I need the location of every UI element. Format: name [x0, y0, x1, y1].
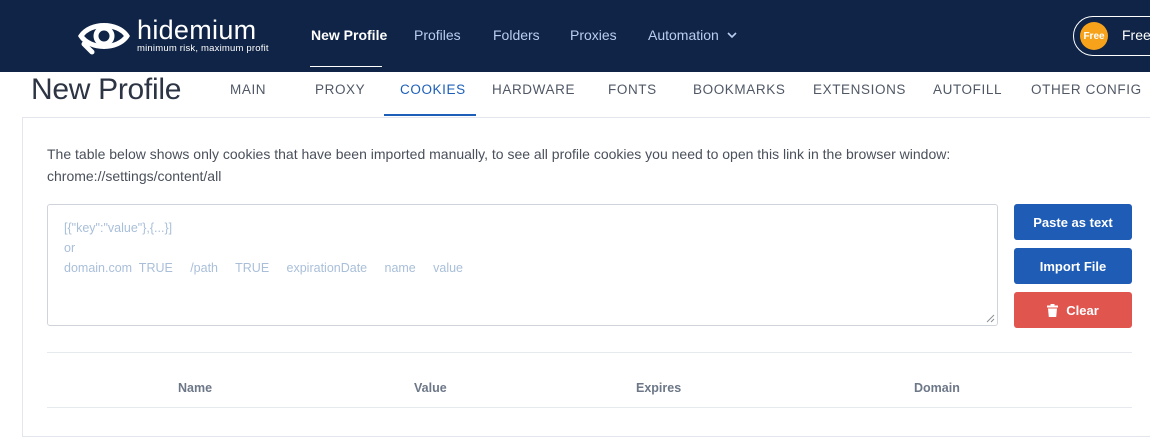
column-header-expires: Expires	[636, 381, 682, 395]
tab-cookies[interactable]: COOKIES	[400, 82, 466, 97]
tab-hardware[interactable]: HARDWARE	[492, 82, 575, 97]
plan-badge: Free	[1080, 22, 1108, 50]
nav-proxies[interactable]: Proxies	[570, 27, 617, 43]
clear-button[interactable]: Clear	[1014, 292, 1132, 328]
column-header-domain: Domain	[914, 381, 960, 395]
nav-automation[interactable]: Automation	[648, 27, 737, 43]
nav-profiles[interactable]: Profiles	[414, 27, 461, 43]
cookies-textarea[interactable]: [{"key":"value"},{...}] or domain.com TR…	[47, 204, 998, 326]
table-header-divider	[47, 407, 1132, 408]
column-header-value: Value	[414, 381, 447, 395]
import-file-label: Import File	[1039, 258, 1107, 274]
top-navbar: hidemium minimum risk, maximum profit Ne…	[0, 0, 1150, 72]
tab-extensions[interactable]: EXTENSIONS	[813, 82, 906, 97]
tab-main[interactable]: MAIN	[230, 82, 266, 97]
cookies-info-text: The table below shows only cookies that …	[47, 146, 951, 162]
paste-as-text-button[interactable]: Paste as text	[1014, 204, 1132, 240]
resize-handle-icon[interactable]	[986, 314, 995, 323]
tab-other-config[interactable]: OTHER CONFIG	[1031, 82, 1142, 97]
placeholder-line: or	[64, 241, 76, 255]
nav-active-indicator	[310, 66, 382, 67]
hidemium-logo-icon[interactable]	[78, 14, 130, 58]
nav-new-profile[interactable]: New Profile	[311, 27, 387, 43]
placeholder-line: [{"key":"value"},{...}]	[64, 221, 173, 235]
import-file-button[interactable]: Import File	[1014, 248, 1132, 284]
brand-tagline: minimum risk, maximum profit	[137, 43, 269, 54]
tab-fonts[interactable]: FONTS	[608, 82, 657, 97]
tab-bookmarks[interactable]: BOOKMARKS	[693, 82, 785, 97]
clear-label: Clear	[1066, 302, 1099, 318]
brand-name: hidemium	[137, 15, 257, 45]
divider	[47, 352, 1132, 353]
trash-icon	[1047, 303, 1059, 317]
paste-as-text-label: Paste as text	[1033, 214, 1113, 230]
tab-autofill[interactable]: AUTOFILL	[933, 82, 1002, 97]
column-header-name: Name	[178, 381, 213, 395]
plan-label: Free	[1122, 27, 1150, 43]
nav-automation-label: Automation	[648, 27, 719, 43]
cookies-settings-link-text: chrome://settings/content/all	[47, 168, 222, 184]
tab-active-indicator	[384, 114, 476, 116]
chevron-down-icon	[727, 31, 737, 38]
placeholder-line: domain.com TRUE /path TRUE expirationDat…	[64, 261, 464, 275]
page-title: New Profile	[31, 73, 182, 106]
tab-proxy[interactable]: PROXY	[315, 82, 365, 97]
nav-folders[interactable]: Folders	[493, 27, 540, 43]
